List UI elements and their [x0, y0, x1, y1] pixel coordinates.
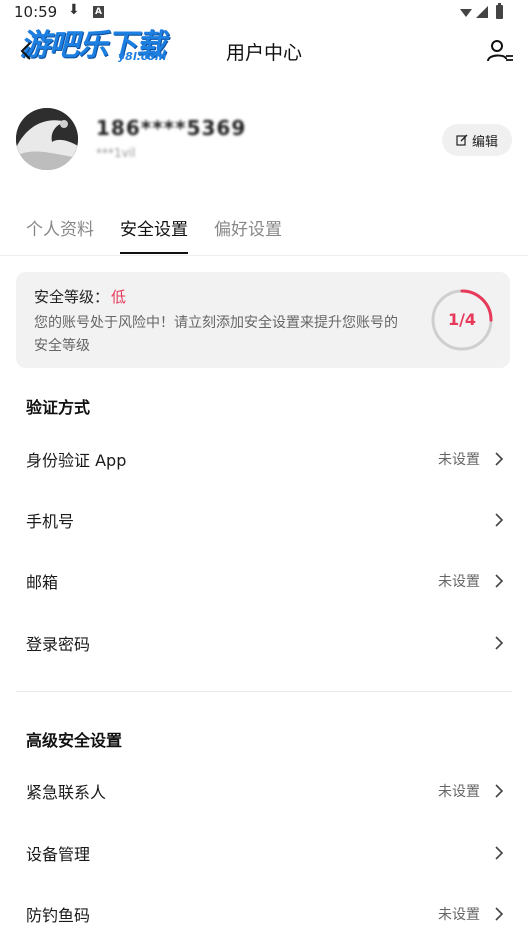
row-emergency-contact-label: 紧急联系人 [26, 783, 107, 802]
profile-name: 186****5369 [96, 116, 247, 140]
row-password[interactable]: 登录密码 [0, 613, 528, 673]
tabs-divider [0, 255, 528, 256]
row-anti-phishing-code[interactable]: 防钓鱼码 未设置 [0, 884, 528, 940]
wifi-icon [460, 9, 472, 17]
chevron-right-icon [495, 452, 504, 466]
battery-icon [496, 3, 503, 19]
page-title: 用户中心 [225, 42, 302, 64]
row-email-value: 未设置 [438, 574, 480, 590]
edit-button-label: 编辑 [471, 134, 498, 150]
security-level-card: 安全等级：低 您的账号处于风险中！请立刻添加安全设置来提升您账号的安全等级 1/… [16, 272, 510, 368]
chevron-right-icon [495, 513, 504, 527]
chevron-right-icon [495, 846, 504, 860]
signal-icon [476, 6, 488, 18]
chevron-right-icon [495, 636, 504, 650]
tab-security[interactable]: 安全设置 [120, 218, 188, 254]
download-icon: ⬇ [68, 2, 80, 18]
row-emergency-contact-value: 未设置 [438, 784, 480, 800]
security-score-text: 1/4 [447, 310, 477, 329]
row-phone-label: 手机号 [26, 512, 75, 531]
row-device-management-label: 设备管理 [26, 845, 91, 864]
row-auth-app[interactable]: 身份验证 App 未设置 [0, 429, 528, 489]
chevron-right-icon [495, 574, 504, 588]
verification-section-title: 验证方式 [26, 398, 91, 417]
row-auth-app-label: 身份验证 App [26, 451, 127, 470]
security-level-value: 低 [111, 288, 127, 306]
status-time: 10:59 [14, 3, 58, 21]
tab-bar: 个人资料 安全设置 偏好设置 [26, 218, 282, 256]
row-device-management[interactable]: 设备管理 [0, 823, 528, 883]
tab-preferences[interactable]: 偏好设置 [214, 218, 282, 254]
security-level-description: 您的账号处于风险中！请立刻添加安全设置来提升您账号的安全等级 [34, 315, 398, 354]
profile-subtitle: ***1vil [96, 146, 136, 160]
row-phone[interactable]: 手机号 [0, 490, 528, 550]
row-anti-phishing-code-value: 未设置 [438, 907, 480, 923]
row-password-label: 登录密码 [26, 635, 91, 654]
status-icons [460, 3, 503, 19]
avatar[interactable] [16, 108, 78, 170]
avatar-image [16, 108, 78, 170]
advanced-section-title: 高级安全设置 [26, 731, 123, 750]
row-email[interactable]: 邮箱 未设置 [0, 551, 528, 611]
profile-section: 186****5369 ***1vil 编辑 [16, 108, 512, 172]
row-emergency-contact[interactable]: 紧急联系人 未设置 [0, 761, 528, 821]
section-divider [16, 691, 512, 692]
a-icon: A [93, 6, 104, 18]
edit-icon [456, 134, 468, 146]
security-level-title: 安全等级：低 [34, 286, 126, 307]
edit-button[interactable]: 编辑 [442, 124, 512, 156]
chevron-right-icon [495, 784, 504, 798]
row-auth-app-value: 未设置 [438, 452, 480, 468]
chevron-right-icon [495, 907, 504, 921]
user-switch-icon[interactable] [486, 38, 514, 64]
security-score-ring: 1/4 [430, 288, 494, 352]
row-email-label: 邮箱 [26, 573, 59, 592]
row-anti-phishing-code-label: 防钓鱼码 [26, 906, 91, 925]
security-level-label: 安全等级： [34, 288, 110, 306]
tab-profile[interactable]: 个人资料 [26, 218, 94, 254]
